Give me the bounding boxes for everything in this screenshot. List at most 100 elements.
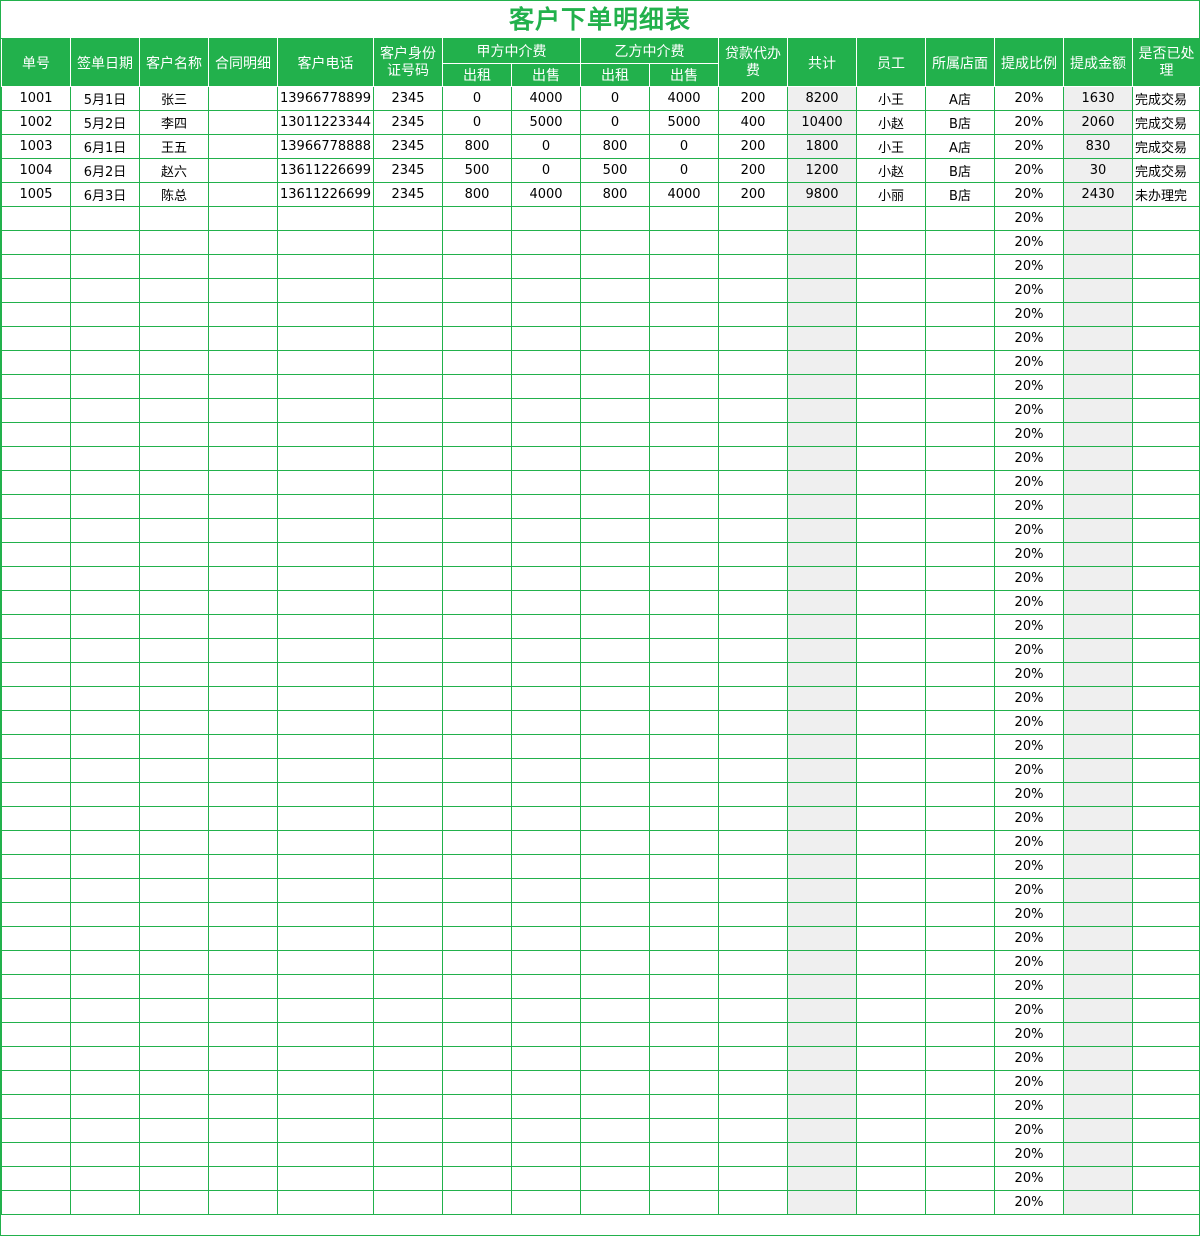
party-b-sale-cell[interactable] — [649, 1094, 719, 1119]
customer-id-cell[interactable] — [373, 590, 443, 615]
employee-cell[interactable] — [856, 1022, 926, 1047]
party-a-rent-cell[interactable] — [442, 806, 512, 831]
customer-phone-cell[interactable]: 13611226699 — [277, 158, 374, 183]
total-cell[interactable] — [787, 1094, 857, 1119]
store-cell[interactable] — [925, 470, 995, 495]
commission-amount-cell[interactable] — [1063, 830, 1133, 855]
store-cell[interactable] — [925, 830, 995, 855]
contract-detail-cell[interactable] — [208, 998, 278, 1023]
sign-date-cell[interactable] — [70, 494, 140, 519]
sign-date-cell[interactable] — [70, 1142, 140, 1167]
party-b-rent-cell[interactable]: 500 — [580, 158, 650, 183]
party-a-rent-cell[interactable] — [442, 710, 512, 735]
order-no-cell[interactable]: 1004 — [1, 158, 71, 183]
commission-rate-cell[interactable]: 20% — [994, 494, 1064, 519]
sign-date-cell[interactable] — [70, 446, 140, 471]
store-cell[interactable] — [925, 1046, 995, 1071]
total-cell[interactable] — [787, 950, 857, 975]
order-no-cell[interactable] — [1, 1118, 71, 1143]
commission-rate-cell[interactable]: 20% — [994, 134, 1064, 159]
customer-phone-cell[interactable] — [277, 734, 374, 759]
party-b-rent-cell[interactable] — [580, 806, 650, 831]
party-a-sale-cell[interactable] — [511, 1070, 581, 1095]
commission-amount-cell[interactable] — [1063, 638, 1133, 663]
customer-name-cell[interactable] — [139, 974, 209, 999]
customer-name-cell[interactable] — [139, 566, 209, 591]
loan-fee-cell[interactable] — [718, 1094, 788, 1119]
contract-detail-cell[interactable] — [208, 1118, 278, 1143]
employee-cell[interactable] — [856, 758, 926, 783]
customer-phone-cell[interactable] — [277, 878, 374, 903]
commission-rate-cell[interactable]: 20% — [994, 854, 1064, 879]
contract-detail-cell[interactable] — [208, 614, 278, 639]
party-a-sale-cell[interactable]: 4000 — [511, 86, 581, 111]
party-a-rent-cell[interactable] — [442, 206, 512, 231]
party-a-sale-cell[interactable] — [511, 518, 581, 543]
sign-date-cell[interactable] — [70, 1094, 140, 1119]
customer-phone-cell[interactable] — [277, 590, 374, 615]
contract-detail-cell[interactable] — [208, 1022, 278, 1047]
customer-name-cell[interactable] — [139, 998, 209, 1023]
party-b-sale-cell[interactable] — [649, 350, 719, 375]
party-a-rent-cell[interactable] — [442, 1142, 512, 1167]
commission-rate-cell[interactable]: 20% — [994, 542, 1064, 567]
customer-name-cell[interactable] — [139, 662, 209, 687]
customer-phone-cell[interactable] — [277, 926, 374, 951]
commission-rate-cell[interactable]: 20% — [994, 566, 1064, 591]
store-cell[interactable] — [925, 782, 995, 807]
party-a-rent-cell[interactable]: 0 — [442, 110, 512, 135]
total-cell[interactable]: 9800 — [787, 182, 857, 207]
party-a-sale-cell[interactable] — [511, 926, 581, 951]
loan-fee-cell[interactable]: 200 — [718, 158, 788, 183]
store-cell[interactable] — [925, 494, 995, 519]
store-cell[interactable] — [925, 902, 995, 927]
processed-cell[interactable] — [1132, 710, 1200, 735]
commission-amount-cell[interactable] — [1063, 686, 1133, 711]
party-b-sale-cell[interactable] — [649, 422, 719, 447]
store-cell[interactable] — [925, 254, 995, 279]
processed-cell[interactable]: 完成交易 — [1132, 110, 1200, 135]
loan-fee-cell[interactable] — [718, 1070, 788, 1095]
party-b-rent-cell[interactable] — [580, 494, 650, 519]
contract-detail-cell[interactable] — [208, 470, 278, 495]
sign-date-cell[interactable] — [70, 830, 140, 855]
total-cell[interactable] — [787, 1070, 857, 1095]
header-processed[interactable]: 是否已处理 — [1132, 38, 1200, 87]
customer-id-cell[interactable]: 2345 — [373, 86, 443, 111]
contract-detail-cell[interactable] — [208, 686, 278, 711]
party-b-rent-cell[interactable] — [580, 230, 650, 255]
commission-amount-cell[interactable] — [1063, 854, 1133, 879]
sign-date-cell[interactable] — [70, 686, 140, 711]
processed-cell[interactable]: 完成交易 — [1132, 86, 1200, 111]
customer-phone-cell[interactable] — [277, 638, 374, 663]
store-cell[interactable] — [925, 878, 995, 903]
commission-amount-cell[interactable] — [1063, 1190, 1133, 1215]
employee-cell[interactable] — [856, 278, 926, 303]
employee-cell[interactable] — [856, 518, 926, 543]
commission-rate-cell[interactable]: 20% — [994, 1022, 1064, 1047]
total-cell[interactable]: 1200 — [787, 158, 857, 183]
contract-detail-cell[interactable] — [208, 590, 278, 615]
order-no-cell[interactable] — [1, 518, 71, 543]
customer-name-cell[interactable] — [139, 1166, 209, 1191]
header-order-no[interactable]: 单号 — [1, 38, 71, 87]
employee-cell[interactable] — [856, 950, 926, 975]
customer-id-cell[interactable] — [373, 1022, 443, 1047]
customer-id-cell[interactable] — [373, 254, 443, 279]
customer-phone-cell[interactable] — [277, 422, 374, 447]
party-b-sale-cell[interactable] — [649, 950, 719, 975]
store-cell[interactable] — [925, 1070, 995, 1095]
party-b-sale-cell[interactable] — [649, 1142, 719, 1167]
loan-fee-cell[interactable] — [718, 470, 788, 495]
commission-rate-cell[interactable]: 20% — [994, 782, 1064, 807]
employee-cell[interactable] — [856, 926, 926, 951]
processed-cell[interactable] — [1132, 782, 1200, 807]
party-b-rent-cell[interactable] — [580, 686, 650, 711]
total-cell[interactable]: 1800 — [787, 134, 857, 159]
contract-detail-cell[interactable] — [208, 878, 278, 903]
party-b-sale-cell[interactable] — [649, 1166, 719, 1191]
sign-date-cell[interactable] — [70, 302, 140, 327]
employee-cell[interactable] — [856, 806, 926, 831]
contract-detail-cell[interactable] — [208, 1190, 278, 1215]
party-a-sale-cell[interactable] — [511, 614, 581, 639]
